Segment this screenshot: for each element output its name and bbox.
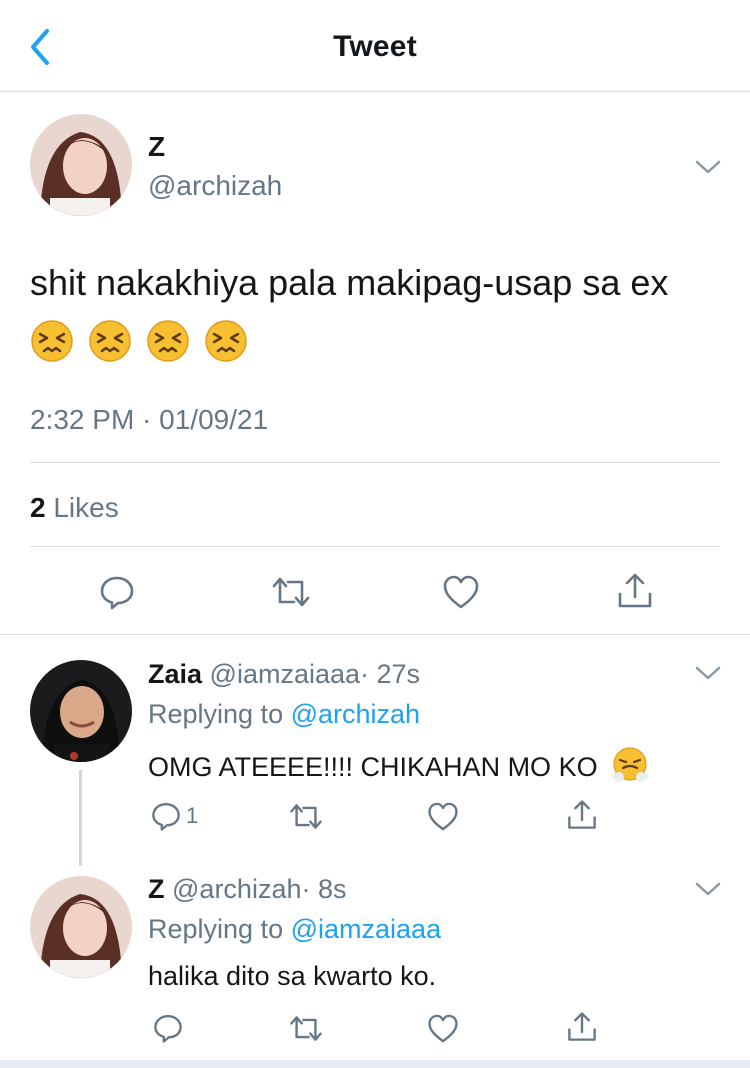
like-icon <box>428 1014 458 1043</box>
caret-down-icon[interactable] <box>694 158 722 176</box>
reply-text-content: OMG ATEEEE!!!! CHIKAHAN MO KO <box>148 752 598 782</box>
face-with-steam-icon <box>612 747 649 782</box>
reply-icon <box>152 803 180 831</box>
share-icon <box>568 800 596 829</box>
section-divider <box>0 634 750 635</box>
reply-age: · 27s <box>360 659 421 689</box>
retweet-button[interactable] <box>288 1013 324 1044</box>
avatar[interactable] <box>30 114 132 216</box>
page-title: Tweet <box>333 30 417 63</box>
tweet-text-content: shit nakakhiya pala makipag-usap sa ex <box>30 262 669 303</box>
thread-connector <box>79 770 82 866</box>
author-name[interactable]: Z <box>148 131 165 163</box>
share-icon <box>618 573 652 608</box>
header-bar: Tweet <box>0 0 750 92</box>
reply-author-handle[interactable]: @iamzaiaaa <box>210 659 360 689</box>
replying-to-link[interactable]: @archizah <box>291 699 420 729</box>
likes-label: Likes <box>53 492 119 523</box>
share-button[interactable] <box>566 1011 598 1043</box>
reply-icon <box>100 576 134 610</box>
persevering-face-emojis <box>30 319 252 381</box>
divider <box>30 546 720 547</box>
caret-down-icon[interactable] <box>694 880 722 898</box>
replying-to: Replying to @iamzaiaaa <box>148 914 441 945</box>
likes-number: 2 <box>30 492 46 523</box>
reply-text: halika dito sa kwarto ko. <box>148 961 437 991</box>
divider <box>30 462 720 463</box>
like-button[interactable] <box>427 801 459 832</box>
reply-count: 1 <box>186 803 199 828</box>
bottom-divider <box>0 1060 750 1068</box>
persevering-face-icon <box>89 320 131 362</box>
reply-button[interactable]: 1 <box>150 800 198 832</box>
replying-to-prefix: Replying to <box>148 699 284 729</box>
reply-age: · 8s <box>301 874 347 904</box>
reply-button[interactable] <box>98 573 136 611</box>
persevering-face-icon <box>31 320 73 362</box>
retweet-icon <box>272 577 310 607</box>
tweet-text: shit nakakhiya pala makipag-usap sa ex <box>30 253 720 381</box>
share-button[interactable] <box>566 799 598 831</box>
reply-button[interactable] <box>152 1012 184 1044</box>
like-icon <box>428 802 458 831</box>
like-icon <box>443 575 479 609</box>
retweet-icon <box>290 1016 322 1041</box>
reply-header: Z @archizah· 8s <box>148 874 347 905</box>
share-icon <box>568 1012 596 1041</box>
caret-down-icon[interactable] <box>694 664 722 682</box>
likes-count[interactable]: 2 Likes <box>30 492 119 524</box>
tweet-timestamp: 2:32 PM · 01/09/21 <box>30 404 269 435</box>
replying-to-prefix: Replying to <box>148 914 284 944</box>
replying-to-link[interactable]: @iamzaiaaa <box>291 914 441 944</box>
reply-icon <box>154 1015 182 1043</box>
reply-author-handle[interactable]: @archizah <box>172 874 301 904</box>
author-handle[interactable]: @archizah <box>148 170 282 202</box>
like-button[interactable] <box>442 574 480 610</box>
retweet-button[interactable] <box>288 801 324 832</box>
replying-to: Replying to @archizah <box>148 699 420 730</box>
share-button[interactable] <box>616 572 654 610</box>
persevering-face-icon <box>205 320 247 362</box>
retweet-button[interactable] <box>270 574 312 610</box>
persevering-face-icon <box>147 320 189 362</box>
avatar[interactable] <box>30 660 132 762</box>
reply-header: Zaia @iamzaiaaa· 27s <box>148 659 420 690</box>
reply-author-name[interactable]: Zaia <box>148 659 202 689</box>
reply-author-name[interactable]: Z <box>148 874 165 904</box>
reply-text: OMG ATEEEE!!!! CHIKAHAN MO KO <box>148 746 649 784</box>
avatar[interactable] <box>30 876 132 978</box>
retweet-icon <box>290 804 322 829</box>
like-button[interactable] <box>427 1013 459 1044</box>
